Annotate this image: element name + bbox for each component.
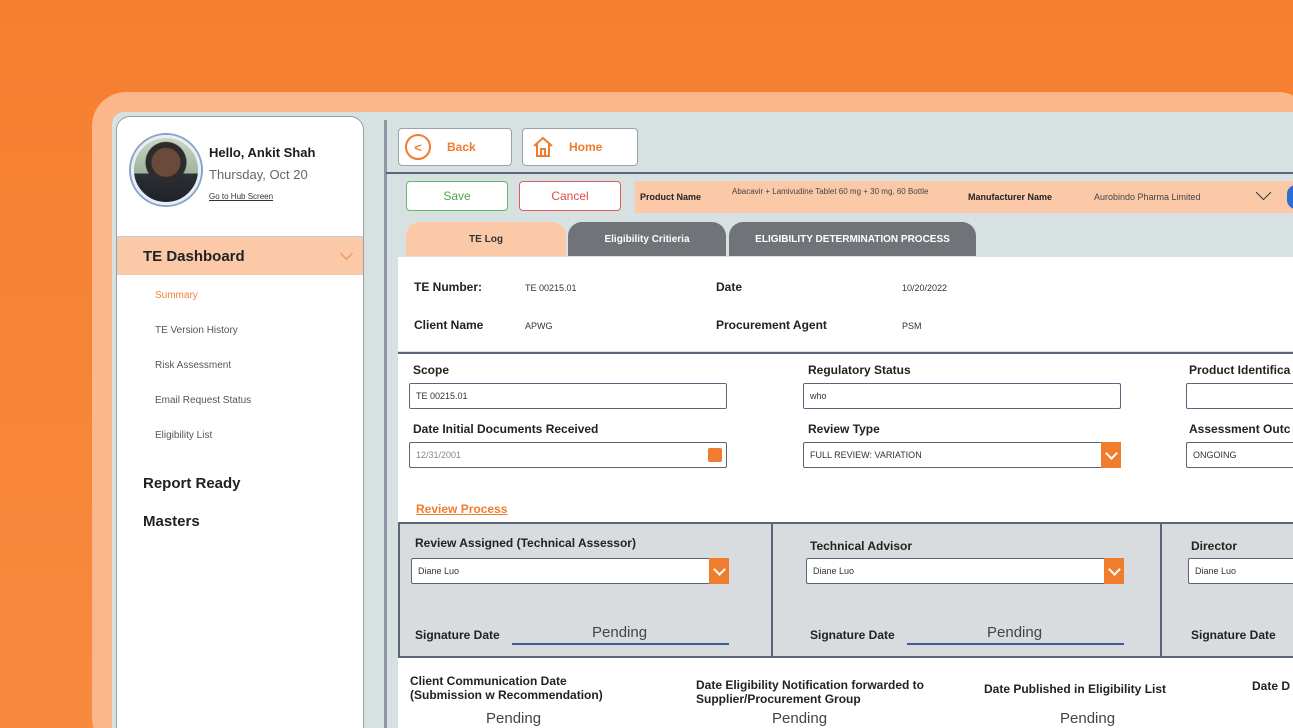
home-button[interactable]: Home bbox=[522, 128, 638, 166]
home-icon bbox=[531, 135, 555, 159]
chevron-down-icon[interactable] bbox=[1255, 184, 1272, 201]
hub-screen-link[interactable]: Go to Hub Screen bbox=[209, 192, 273, 201]
advisor-label: Technical Advisor bbox=[810, 539, 913, 553]
avatar bbox=[131, 135, 201, 205]
review-process-link[interactable]: Review Process bbox=[416, 502, 507, 516]
review-type-value: FULL REVIEW: VARIATION bbox=[810, 450, 922, 460]
te-number-value: TE 00215.01 bbox=[525, 283, 577, 293]
cancel-button[interactable]: Cancel bbox=[519, 181, 621, 211]
product-identification-input[interactable] bbox=[1186, 383, 1293, 409]
assessor-signature-status: Pending bbox=[592, 624, 648, 641]
back-arrow-icon: < bbox=[405, 134, 431, 160]
chevron-down-icon bbox=[1101, 442, 1121, 468]
assessor-label: Review Assigned (Technical Assessor) bbox=[415, 536, 636, 550]
director-panel: Director Diane Luo Signature Date bbox=[1160, 522, 1293, 658]
scope-label: Scope bbox=[413, 363, 450, 377]
date-d-label: Date D bbox=[1252, 679, 1291, 693]
advisor-signature-status: Pending bbox=[987, 624, 1043, 641]
dates-card: Client Communication Date (Submission w … bbox=[398, 658, 1293, 728]
home-label: Home bbox=[569, 140, 603, 154]
director-label: Director bbox=[1191, 539, 1238, 553]
client-name-value: APWG bbox=[525, 321, 553, 331]
date-initial-docs-label: Date Initial Documents Received bbox=[413, 422, 599, 436]
client-communication-status: Pending bbox=[486, 710, 542, 727]
client-name-label: Client Name bbox=[414, 318, 484, 332]
assessor-panel: Review Assigned (Technical Assessor) Dia… bbox=[398, 522, 773, 658]
notification-date-status: Pending bbox=[772, 710, 828, 727]
signature-date-label: Signature Date bbox=[810, 628, 895, 642]
back-label: Back bbox=[447, 140, 476, 154]
signature-date-label: Signature Date bbox=[415, 628, 500, 642]
assessor-dropdown[interactable]: Diane Luo bbox=[411, 558, 729, 584]
signature-date-label: Signature Date bbox=[1191, 628, 1276, 642]
sidebar-subitem-risk-assessment[interactable]: Risk Assessment bbox=[155, 360, 231, 371]
regulatory-status-label: Regulatory Status bbox=[808, 363, 911, 377]
director-dropdown[interactable]: Diane Luo bbox=[1188, 558, 1293, 584]
assessment-outcome-dropdown[interactable]: ONGOING bbox=[1186, 442, 1293, 468]
sidebar: Hello, Ankit Shah Thursday, Oct 20 Go to… bbox=[116, 116, 364, 728]
regulatory-status-input[interactable]: who bbox=[803, 383, 1121, 409]
details-form: Scope TE 00215.01 Regulatory Status who … bbox=[398, 354, 1293, 522]
signature-line bbox=[907, 643, 1124, 645]
chevron-down-icon bbox=[340, 247, 353, 260]
manufacturer-name-value: Aurobindo Pharma Limited bbox=[1094, 192, 1201, 202]
sidebar-subitem-version-history[interactable]: TE Version History bbox=[155, 325, 238, 336]
product-name-label: Product Name bbox=[640, 192, 702, 202]
tab-eligibility-determination[interactable]: ELIGIBILITY DETERMINATION PROCESS bbox=[729, 222, 976, 256]
scope-input[interactable]: TE 00215.01 bbox=[409, 383, 727, 409]
tab-te-log[interactable]: TE Log bbox=[406, 222, 566, 256]
vertical-divider bbox=[384, 120, 387, 728]
date-initial-docs-input[interactable]: 12/31/2001 bbox=[409, 442, 727, 468]
chevron-down-icon bbox=[709, 558, 729, 584]
review-type-dropdown[interactable]: FULL REVIEW: VARIATION bbox=[803, 442, 1121, 468]
sidebar-item-label: TE Dashboard bbox=[143, 247, 245, 265]
procurement-agent-value: PSM bbox=[902, 321, 922, 331]
notification-date-label: Date Eligibility Notification forwarded … bbox=[696, 678, 925, 706]
product-bar: Product Name Abacavir + Lamivudine Table… bbox=[635, 181, 1293, 213]
greeting: Hello, Ankit Shah bbox=[209, 145, 316, 160]
date-label: Date bbox=[716, 280, 743, 294]
profile-header: Hello, Ankit Shah Thursday, Oct 20 Go to… bbox=[117, 117, 363, 237]
info-icon[interactable] bbox=[1287, 185, 1293, 209]
date-value: 10/20/2022 bbox=[902, 283, 948, 293]
tab-eligibility-criteria[interactable]: Eligibility Critieria bbox=[568, 222, 726, 256]
manufacturer-name-label: Manufacturer Name bbox=[968, 192, 1053, 202]
advisor-panel: Technical Advisor Diane Luo Signature Da… bbox=[771, 522, 1162, 658]
sidebar-item-te-dashboard[interactable]: TE Dashboard bbox=[117, 237, 363, 275]
published-date-label: Date Published in Eligibility List bbox=[984, 682, 1167, 696]
product-name-value: Abacavir + Lamivudine Tablet 60 mg + 30 … bbox=[732, 187, 929, 196]
back-button[interactable]: < Back bbox=[398, 128, 512, 166]
calendar-icon[interactable] bbox=[708, 448, 722, 462]
signature-line bbox=[512, 643, 729, 645]
header-divider bbox=[386, 172, 1293, 174]
client-communication-label: Client Communication Date (Submission w … bbox=[410, 674, 603, 702]
review-type-label: Review Type bbox=[808, 422, 880, 436]
assessor-value: Diane Luo bbox=[418, 566, 460, 576]
sidebar-subitem-email-request-status[interactable]: Email Request Status bbox=[155, 395, 251, 406]
assessment-outcome-label: Assessment Outc bbox=[1189, 422, 1291, 436]
sidebar-item-report-ready[interactable]: Report Ready bbox=[143, 475, 241, 492]
advisor-dropdown[interactable]: Diane Luo bbox=[806, 558, 1124, 584]
save-button[interactable]: Save bbox=[406, 181, 508, 211]
date-initial-docs-value: 12/31/2001 bbox=[416, 450, 462, 460]
current-date: Thursday, Oct 20 bbox=[209, 167, 308, 182]
chevron-down-icon bbox=[1104, 558, 1124, 584]
te-number-label: TE Number: bbox=[414, 280, 483, 294]
assessment-outcome-value: ONGOING bbox=[1193, 450, 1237, 460]
sidebar-item-masters[interactable]: Masters bbox=[143, 513, 200, 530]
sidebar-subitem-eligibility-list[interactable]: Eligibility List bbox=[155, 430, 212, 441]
procurement-agent-label: Procurement Agent bbox=[716, 318, 827, 332]
sidebar-subitem-summary[interactable]: Summary bbox=[155, 290, 198, 301]
published-date-status: Pending bbox=[1060, 710, 1116, 727]
advisor-value: Diane Luo bbox=[813, 566, 855, 576]
product-identification-label: Product Identifica bbox=[1189, 363, 1291, 377]
director-value: Diane Luo bbox=[1195, 566, 1237, 576]
te-log-card: TE Number: TE 00215.01 Date 10/20/2022 C… bbox=[398, 257, 1293, 351]
